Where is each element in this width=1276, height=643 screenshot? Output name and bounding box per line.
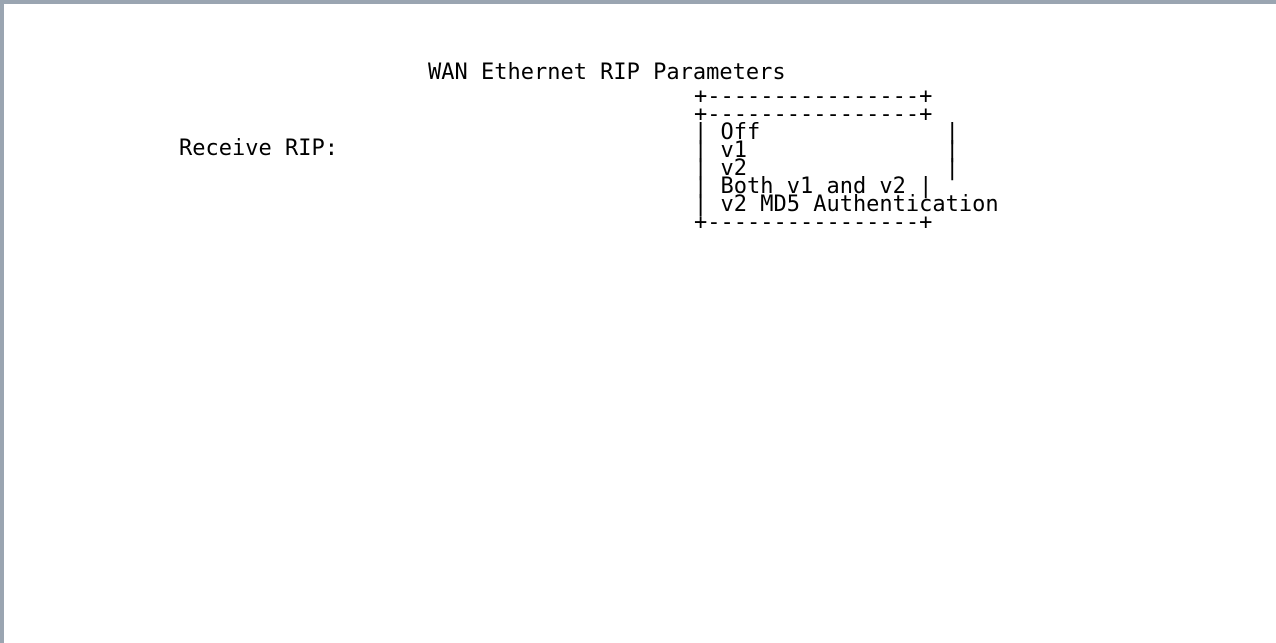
terminal-window: WAN Ethernet RIP Parameters Receive RIP:…: [0, 0, 1276, 643]
receive-rip-label: Receive RIP:: [179, 136, 338, 161]
screen-title: WAN Ethernet RIP Parameters: [428, 60, 786, 85]
receive-rip-dropdown-menu[interactable]: +----------------+ +----------------+ | …: [694, 86, 999, 234]
